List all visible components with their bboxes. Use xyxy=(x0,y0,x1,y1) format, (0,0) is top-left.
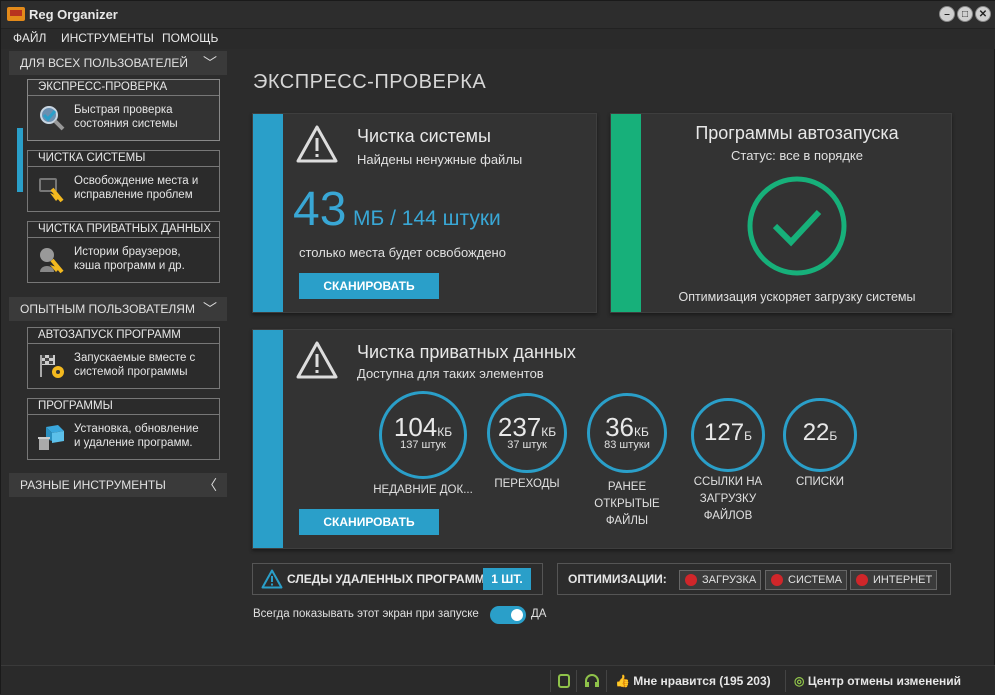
optim-system-button[interactable]: СИСТЕМА xyxy=(765,570,847,590)
warning-icon xyxy=(296,125,338,163)
group-all-users-label: ДЛЯ ВСЕХ ПОЛЬЗОВАТЕЛЕЙ xyxy=(20,56,189,70)
system-clean-subtitle: Найдены ненужные файлы xyxy=(357,152,523,167)
app-window: Reg Organizer – □ ✕ ФАЙЛ ИНСТРУМЕНТЫ ПОМ… xyxy=(0,0,995,695)
sidebar-item-title: ПРОГРАММЫ xyxy=(28,399,219,415)
group-advanced-users-label: ОПЫТНЫМ ПОЛЬЗОВАТЕЛЯМ xyxy=(20,302,195,316)
undo-center-button[interactable]: ◎ Центр отмены изменений xyxy=(785,670,985,692)
menu-help[interactable]: ПОМОЩЬ xyxy=(162,31,218,45)
freed-size-details: МБ / 144 штуки xyxy=(353,207,501,230)
sidebar-item-programs[interactable]: ПРОГРАММЫ Установка, обновление и удалени… xyxy=(27,398,220,460)
freed-caption: столько места будет освобождено xyxy=(299,245,506,260)
stat-label: РАНЕЕ ОТКРЫТЫЕ ФАЙЛЫ xyxy=(594,481,660,527)
alert-icon xyxy=(856,574,868,586)
magnifier-check-icon xyxy=(38,104,66,132)
sidebar: ДЛЯ ВСЕХ ПОЛЬЗОВАТЕЛЕЙ ﹀ ЭКСПРЕСС-ПРОВЕРК… xyxy=(9,49,228,663)
warning-icon xyxy=(261,569,283,589)
person-broom-icon xyxy=(38,246,66,274)
sidebar-item-title: ЧИСТКА СИСТЕМЫ xyxy=(28,151,219,167)
sidebar-item-autorun[interactable]: АВТОЗАПУСК ПРОГРАММ Запускаемые вместе с… xyxy=(27,327,220,389)
sidebar-item-system-clean[interactable]: ЧИСТКА СИСТЕМЫ Освобождение места и испра… xyxy=(27,150,220,212)
autorun-status: Статус: все в порядке xyxy=(731,148,863,163)
system-clean-card: Чистка системы Найдены ненужные файлы 43… xyxy=(252,113,597,313)
chevron-left-icon: 〈 xyxy=(203,477,217,493)
stat-label: ССЫЛКИ НА ЗАГРУЗКУ ФАЙЛОВ xyxy=(693,476,763,522)
optim-internet-button[interactable]: ИНТЕРНЕТ xyxy=(850,570,938,590)
autorun-card: Программы автозапуска Статус: все в поря… xyxy=(610,113,952,313)
alert-icon xyxy=(771,574,783,586)
stat-circle: 36КБ 83 штуки xyxy=(587,393,667,473)
like-button[interactable]: 👍 Мне нравится (195 203) xyxy=(606,670,782,692)
private-clean-card: Чистка приватных данных Доступна для так… xyxy=(252,329,952,549)
optimizations-label: ОПТИМИЗАЦИИ: xyxy=(568,572,667,586)
sidebar-item-title: ЭКСПРЕСС-ПРОВЕРКА xyxy=(28,80,219,96)
flag-gear-icon xyxy=(38,352,66,380)
show-on-start-label: Всегда показывать этот экран при запуске xyxy=(253,608,479,620)
minimize-button[interactable]: – xyxy=(939,6,955,22)
menu-file[interactable]: ФАЙЛ xyxy=(13,31,46,45)
stat-circle: 22Б xyxy=(783,398,857,472)
undo-center-icon: ◎ xyxy=(794,674,805,688)
alert-icon xyxy=(685,574,697,586)
stat-label: ПЕРЕХОДЫ xyxy=(494,478,560,490)
system-clean-title: Чистка системы xyxy=(357,126,491,146)
stat-circle: 127Б xyxy=(691,398,765,472)
traces-label: СЛЕДЫ УДАЛЕННЫХ ПРОГРАММ xyxy=(287,572,485,586)
group-misc-tools[interactable]: РАЗНЫЕ ИНСТРУМЕНТЫ 〈 xyxy=(9,473,227,497)
checkmark-circle-icon xyxy=(747,176,847,276)
freed-size-value: 43 xyxy=(293,183,347,236)
chevron-down-icon: ﹀ xyxy=(203,55,217,71)
warning-icon xyxy=(296,341,338,379)
maximize-button[interactable]: □ xyxy=(957,6,973,22)
sidebar-item-desc: Установка, обновление и удаление программ… xyxy=(74,423,199,449)
status-bar: 👍 Мне нравится (195 203) ◎ Центр отмены … xyxy=(1,665,995,695)
title-bar: Reg Organizer – □ ✕ xyxy=(1,1,995,29)
app-logo-icon xyxy=(7,7,25,21)
sidebar-item-title: АВТОЗАПУСК ПРОГРАММ xyxy=(28,328,219,344)
thumbs-up-icon: 👍 xyxy=(615,674,630,688)
card-accent-bar xyxy=(253,114,283,312)
private-clean-subtitle: Доступна для таких элементов xyxy=(357,366,544,381)
sidebar-item-desc: Быстрая проверка состояния системы xyxy=(74,104,178,130)
scan-private-button[interactable]: СКАНИРОВАТЬ xyxy=(299,509,439,535)
traces-box[interactable]: СЛЕДЫ УДАЛЕННЫХ ПРОГРАММ 1 ШТ. xyxy=(252,563,543,595)
menu-tools[interactable]: ИНСТРУМЕНТЫ xyxy=(61,31,154,45)
card-accent-bar xyxy=(611,114,641,312)
optimizations-box: ОПТИМИЗАЦИИ: ЗАГРУЗКА СИСТЕМА ИНТЕРНЕТ xyxy=(557,563,951,595)
active-indicator xyxy=(17,128,23,192)
toggle-value: ДА xyxy=(531,608,547,620)
sidebar-item-desc: Освобождение места и исправление проблем xyxy=(74,175,199,201)
support-headset-icon[interactable] xyxy=(576,670,606,692)
chevron-down-icon: ﹀ xyxy=(203,301,217,317)
broom-computer-icon xyxy=(38,175,66,203)
stat-label: СПИСКИ xyxy=(795,476,845,488)
box-trash-icon xyxy=(38,423,66,451)
close-button[interactable]: ✕ xyxy=(975,6,991,22)
sidebar-item-desc: Истории браузеров, кэша программ и др. xyxy=(74,246,185,272)
group-all-users[interactable]: ДЛЯ ВСЕХ ПОЛЬЗОВАТЕЛЕЙ ﹀ xyxy=(9,51,227,75)
show-on-start-toggle[interactable] xyxy=(490,606,526,624)
sidebar-item-title: ЧИСТКА ПРИВАТНЫХ ДАННЫХ xyxy=(28,222,219,238)
private-clean-title: Чистка приватных данных xyxy=(357,342,576,362)
sidebar-item-express-check[interactable]: ЭКСПРЕСС-ПРОВЕРКА Быстрая проверка состоя… xyxy=(27,79,220,141)
autorun-note: Оптимизация ускоряет загрузку системы xyxy=(678,290,916,304)
window-title: Reg Organizer xyxy=(29,7,118,22)
stat-label: НЕДАВНИЕ ДОК... xyxy=(373,484,473,496)
card-accent-bar xyxy=(253,330,283,548)
traces-count-badge[interactable]: 1 ШТ. xyxy=(483,568,531,590)
menu-bar: ФАЙЛ ИНСТРУМЕНТЫ ПОМОЩЬ xyxy=(1,29,995,49)
group-advanced-users[interactable]: ОПЫТНЫМ ПОЛЬЗОВАТЕЛЯМ ﹀ xyxy=(9,297,227,321)
status-icon-1[interactable] xyxy=(550,670,576,692)
optim-boot-button[interactable]: ЗАГРУЗКА xyxy=(679,570,762,590)
page-title: ЭКСПРЕСС-ПРОВЕРКА xyxy=(253,71,487,93)
stat-circle: 237КБ 37 штук xyxy=(487,393,567,473)
stat-circle: 104КБ 137 штук xyxy=(379,391,467,479)
group-misc-tools-label: РАЗНЫЕ ИНСТРУМЕНТЫ xyxy=(20,478,166,492)
autorun-title: Программы автозапуска xyxy=(695,123,899,143)
sidebar-item-desc: Запускаемые вместе с системой программы xyxy=(74,352,196,378)
scan-system-button[interactable]: СКАНИРОВАТЬ xyxy=(299,273,439,299)
sidebar-item-private-clean[interactable]: ЧИСТКА ПРИВАТНЫХ ДАННЫХ Истории браузеро… xyxy=(27,221,220,283)
